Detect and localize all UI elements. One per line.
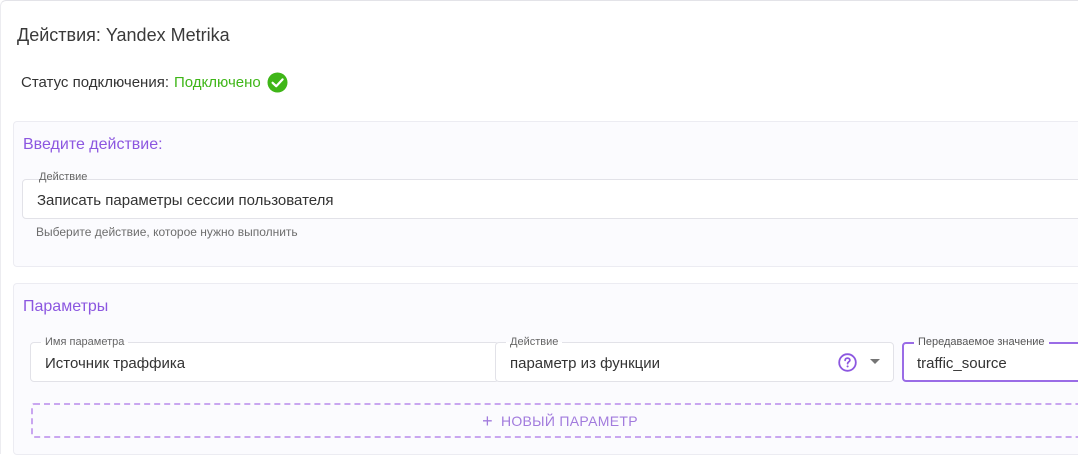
actions-panel: Действия: Yandex Metrika Статус подключе… [0,0,1078,455]
param-name-input[interactable]: Имя параметра Источник траффика [30,335,499,382]
action-select[interactable]: Действие Записать параметры сессии польз… [22,171,1078,219]
param-name-label: Имя параметра [41,335,129,349]
action-field-label: Действие [39,171,88,183]
action-section: Введите действие: Действие Записать пара… [13,121,1078,267]
action-field-value: Записать параметры сессии пользователя [37,192,334,209]
action-helper-text: Выберите действие, которое нужно выполни… [36,225,298,239]
action-section-title: Введите действие: [23,136,163,153]
param-value-label: Передаваемое значение [914,335,1049,349]
param-value-input[interactable]: Передаваемое значение traffic_source [902,335,1078,382]
param-action-label: Действие [506,335,563,349]
add-parameter-label: НОВЫЙ ПАРАМЕТР [500,412,638,429]
param-name-value: Источник траффика [45,355,186,372]
status-value: Подключено [174,73,261,91]
plus-icon: + [482,410,493,431]
params-section: Параметры Имя параметра Источник траффик… [13,283,1078,455]
params-section-title: Параметры [23,298,109,315]
connection-status: Статус подключения: Подключено [21,71,288,93]
check-circle-icon [267,72,288,93]
page-title: Действия: Yandex Metrika [17,25,230,45]
add-parameter-button[interactable]: + НОВЫЙ ПАРАМЕТР [31,403,1078,438]
chevron-down-icon[interactable] [870,359,880,364]
status-label: Статус подключения: [21,73,169,91]
param-action-value: параметр из функции [510,355,660,372]
param-value-value: traffic_source [917,355,1007,372]
param-action-select[interactable]: Действие параметр из функции [495,335,894,382]
question-circle-icon[interactable] [838,353,857,372]
